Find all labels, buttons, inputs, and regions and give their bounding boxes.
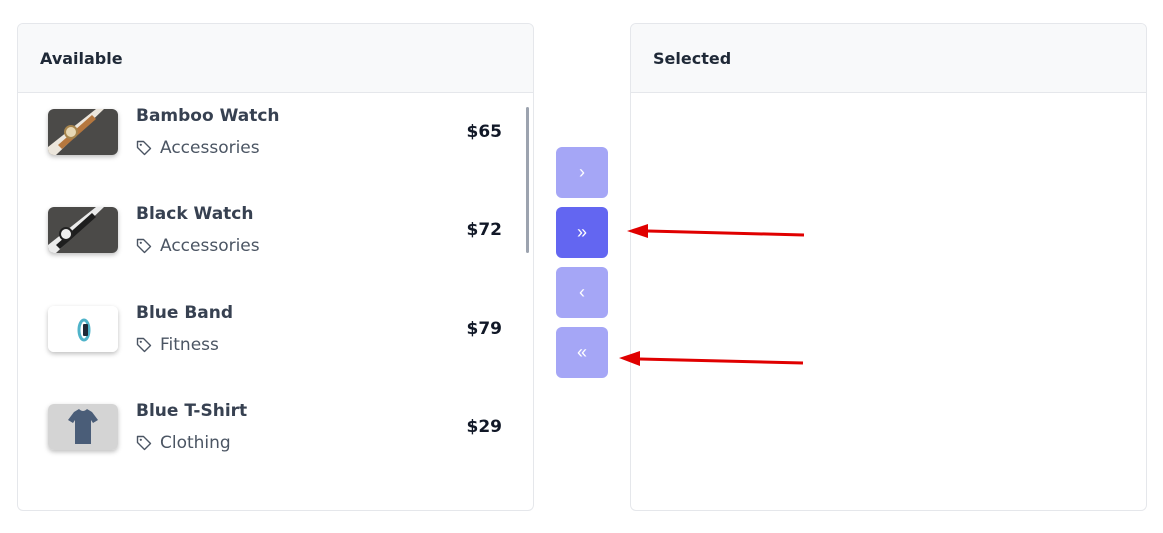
annotation-arrows xyxy=(619,224,805,366)
annotation-arrow-icon xyxy=(627,224,805,238)
annotation-arrow-icon xyxy=(619,351,804,366)
